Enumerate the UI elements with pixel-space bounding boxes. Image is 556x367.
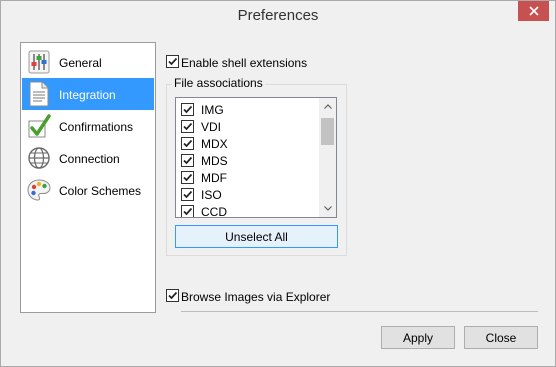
browse-images-checkbox[interactable] [166,289,179,302]
window-close-button[interactable] [518,1,549,21]
close-button[interactable]: Close [464,326,538,349]
footer-separator [181,311,538,312]
checkmark-icon [168,291,178,300]
list-scrollbar[interactable] [319,98,336,217]
sidebar-item-color-schemes[interactable]: Color Schemes [22,174,154,206]
scroll-down-button[interactable] [319,200,336,217]
list-item[interactable]: ISO [180,186,320,203]
checkmark-icon [183,156,193,165]
list-item-checkbox[interactable] [181,171,194,184]
list-item-label: CCD [201,205,227,218]
list-item-checkbox[interactable] [181,205,194,217]
shell-extensions-checkbox[interactable] [166,55,179,68]
list-item-checkbox[interactable] [181,103,194,116]
globe-icon [28,147,50,169]
list-item-checkbox[interactable] [181,120,194,133]
list-item-label: MDS [201,154,228,168]
checkmark-icon [183,207,193,216]
sidebar-item-connection[interactable]: Connection [22,142,154,174]
shell-extensions-label[interactable]: Enable shell extensions [181,56,307,70]
scroll-up-button[interactable] [319,98,336,115]
list-item-label: IMG [201,103,224,117]
checkmark-icon [183,139,193,148]
sidebar-item-confirmations[interactable]: Confirmations [22,110,154,142]
document-icon [29,81,49,107]
list-item-checkbox[interactable] [181,137,194,150]
list-item-label: VDI [201,120,222,134]
list-item[interactable]: MDS [180,152,320,169]
palette-icon [27,179,51,201]
list-item-checkbox[interactable] [181,154,194,167]
list-item[interactable]: CCD [180,203,320,218]
preferences-window: Preferences General Integration Confirma… [0,0,556,367]
scroll-thumb[interactable] [321,118,334,145]
list-item-label: MDF [201,171,227,185]
apply-button[interactable]: Apply [381,326,455,349]
list-item[interactable]: MDF [180,169,320,186]
unselect-all-button[interactable]: Unselect All [175,225,338,248]
sliders-icon [28,50,50,74]
list-item[interactable]: VDI [180,118,320,135]
sidebar-item-label: General [59,56,102,70]
sidebar-item-label: Integration [59,88,116,102]
close-icon [528,6,539,16]
chevron-up-icon [323,104,332,109]
sidebar-item-label: Confirmations [59,120,134,134]
title-bar[interactable]: Preferences [1,1,555,31]
file-associations-list[interactable]: IMG VDI MDX MDS MDF ISO CCD [175,97,337,218]
list-item-checkbox[interactable] [181,188,194,201]
list-item[interactable]: IMG [180,101,320,118]
sidebar-item-integration[interactable]: Integration [22,78,154,110]
checkmark-icon [183,190,193,199]
browse-images-label[interactable]: Browse Images via Explorer [181,290,330,304]
checkmark-icon [183,105,193,114]
checkmark-icon [183,122,193,131]
chevron-down-icon [323,206,332,211]
checkmark-icon [168,57,178,66]
sidebar-item-general[interactable]: General [22,46,154,78]
sidebar-item-label: Connection [59,152,120,166]
checkmark-icon [28,114,51,138]
list-item-label: ISO [201,188,222,202]
sidebar-item-label: Color Schemes [59,184,142,198]
category-list[interactable]: General Integration Confirmations Connec… [20,42,156,313]
window-title: Preferences [237,7,319,24]
file-associations-legend: File associations [172,76,265,90]
checkmark-icon [183,173,193,182]
list-item-label: MDX [201,137,228,151]
list-item[interactable]: MDX [180,135,320,152]
